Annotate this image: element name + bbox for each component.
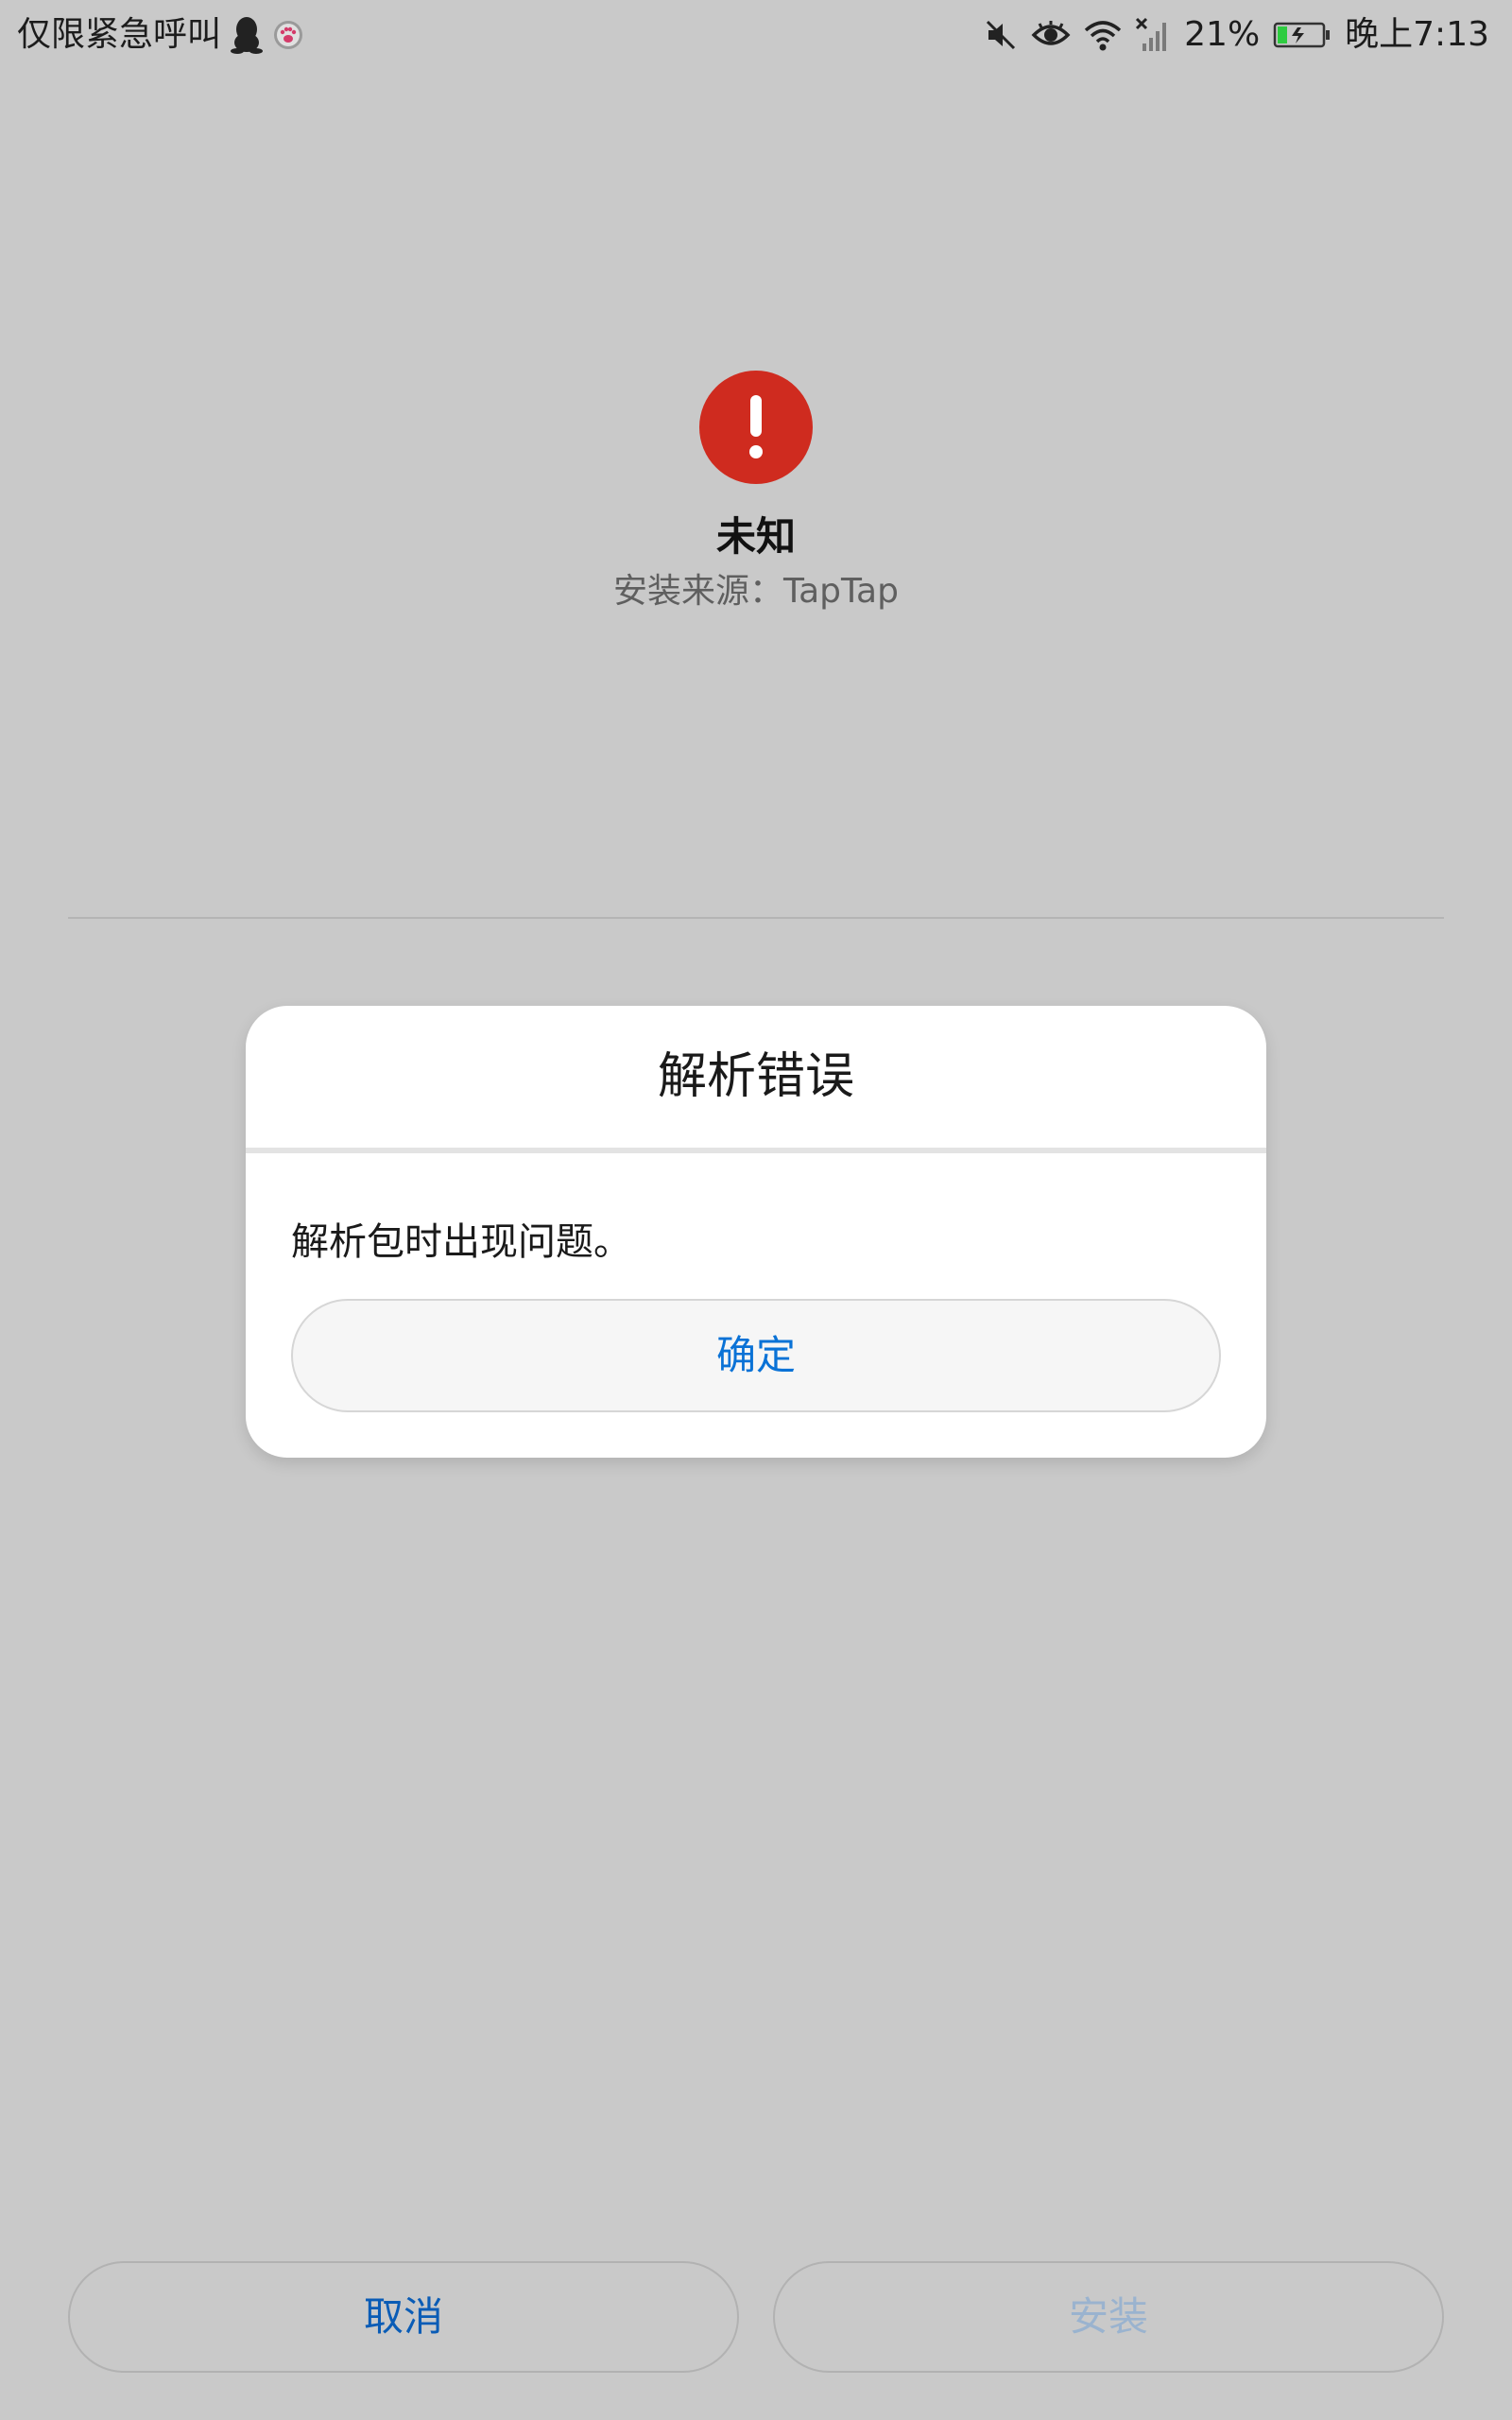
cancel-button[interactable]: 取消 <box>68 2261 739 2373</box>
no-signal-icon <box>1135 17 1171 53</box>
status-right: 21% 晚上7:13 <box>984 11 1489 59</box>
paw-icon <box>272 19 304 51</box>
wifi-icon <box>1084 19 1122 51</box>
eye-comfort-icon <box>1031 20 1071 50</box>
battery-charging-icon <box>1273 21 1332 49</box>
error-exclamation-icon <box>699 371 813 484</box>
status-left: 仅限紧急呼叫 <box>17 11 304 59</box>
install-button[interactable]: 安装 <box>773 2261 1444 2373</box>
parse-error-dialog: 解析错误 解析包时出现问题。 确定 <box>246 1006 1266 1458</box>
dialog-message: 解析包时出现问题。 <box>291 1220 631 1264</box>
status-bar: 仅限紧急呼叫 21% 晚上7:13 <box>0 0 1512 70</box>
install-source-label: 安装来源：TapTap <box>613 572 899 611</box>
mute-icon <box>984 18 1018 52</box>
ok-button[interactable]: 确定 <box>291 1299 1221 1412</box>
clock: 晚上7:13 <box>1345 15 1489 54</box>
section-divider <box>68 917 1444 919</box>
carrier-text: 仅限紧急呼叫 <box>17 15 222 54</box>
app-name: 未知 <box>715 513 796 560</box>
battery-percent: 21% <box>1184 15 1261 54</box>
dialog-divider <box>246 1148 1266 1153</box>
qq-penguin-icon <box>231 16 264 54</box>
dialog-title: 解析错误 <box>657 1048 854 1105</box>
